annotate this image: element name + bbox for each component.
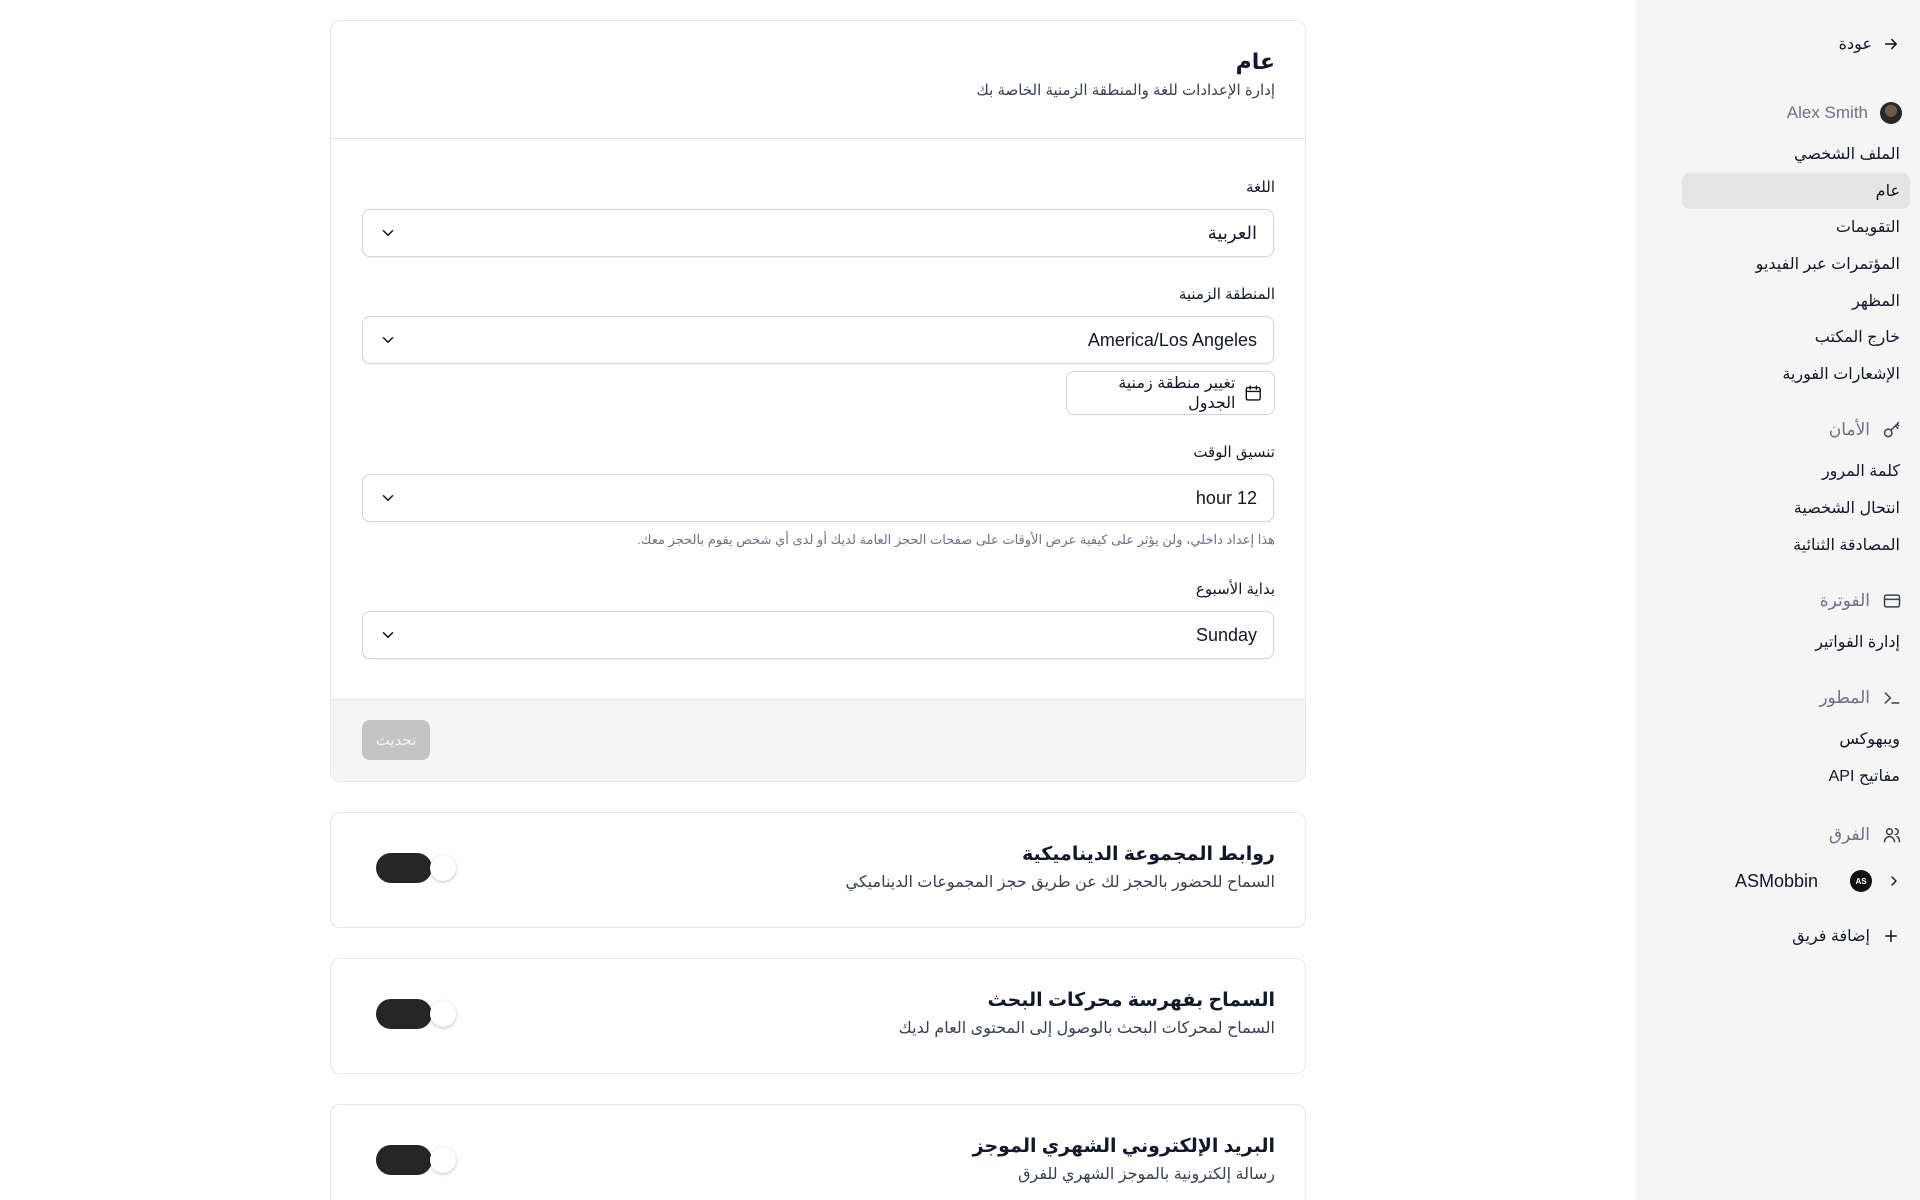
sidebar-item-profile[interactable]: الملف الشخصي bbox=[1794, 144, 1900, 164]
billing-header-label: الفوترة bbox=[1819, 591, 1870, 610]
week-start-value: Sunday bbox=[1195, 624, 1257, 645]
team-name: ASMobbin bbox=[1734, 870, 1818, 891]
search-engine-indexing-toggle[interactable] bbox=[376, 999, 456, 1029]
sidebar-item-appearance[interactable]: المظهر bbox=[1852, 291, 1900, 311]
chevron-down-icon bbox=[382, 230, 394, 236]
page-subtitle: إدارة الإعدادات للغة والمنطقة الزمنية ال… bbox=[976, 82, 1275, 99]
sidebar-item-calendars[interactable]: التقويمات bbox=[1836, 217, 1900, 237]
general-settings-card: عام إدارة الإعدادات للغة والمنطقة الزمني… bbox=[330, 20, 1306, 782]
change-schedule-timezone-button[interactable]: تغيير منطقة زمنية الجدول bbox=[1066, 371, 1275, 415]
chevron-down-icon bbox=[382, 632, 394, 638]
toggle-subtitle: رسالة إلكترونية بالموجز الشهري للفرق bbox=[1018, 1166, 1275, 1183]
time-format-hint: هذا إعداد داخلي، ولن يؤثر على كيفية عرض … bbox=[637, 532, 1275, 547]
week-start-label: بداية الأسبوع bbox=[1195, 581, 1275, 598]
card-footer: تحديث bbox=[331, 699, 1305, 781]
change-schedule-timezone-label: تغيير منطقة زمنية الجدول bbox=[1118, 375, 1236, 412]
time-format-value: 12 hour bbox=[1195, 487, 1257, 508]
timezone-label: المنطقة الزمنية bbox=[1178, 286, 1275, 303]
chevron-down-icon bbox=[382, 337, 394, 343]
toggle-title: روابط المجموعة الديناميكية bbox=[1021, 844, 1275, 865]
toggle-title: السماح بفهرسة محركات البحث bbox=[987, 990, 1275, 1011]
sidebar-item-general[interactable]: عام bbox=[1876, 181, 1900, 201]
sidebar-item-out-of-office[interactable]: خارج المكتب bbox=[1815, 327, 1900, 347]
sidebar-item-impersonation[interactable]: انتحال الشخصية bbox=[1794, 498, 1900, 518]
search-engine-indexing-card: السماح بفهرسة محركات البحث السماح لمحركا… bbox=[330, 958, 1306, 1074]
sidebar-item-two-factor[interactable]: المصادقة الثنائية bbox=[1793, 535, 1900, 555]
avatar bbox=[1880, 102, 1902, 124]
teams-header-label: الفرق bbox=[1828, 825, 1870, 844]
update-button[interactable]: تحديث bbox=[362, 720, 430, 760]
timezone-select[interactable]: America/Los Angeles bbox=[362, 316, 1274, 364]
sidebar-item-api-keys[interactable]: مفاتيح API bbox=[1829, 766, 1900, 786]
dynamic-group-links-toggle[interactable] bbox=[376, 853, 456, 883]
monthly-digest-email-card: البريد الإلكتروني الشهري الموجز رسالة إل… bbox=[330, 1104, 1306, 1200]
security-section-header: الأمان bbox=[1829, 420, 1902, 440]
developer-section-header: المطور bbox=[1819, 688, 1902, 708]
add-team-label: إضافة فريق bbox=[1792, 928, 1870, 945]
team-logo: AS bbox=[1850, 870, 1872, 892]
week-start-select[interactable]: Sunday bbox=[362, 611, 1274, 659]
team-item[interactable]: AS ASMobbin bbox=[1702, 870, 1902, 892]
time-format-select[interactable]: 12 hour bbox=[362, 474, 1274, 522]
user-section-header: Alex Smith bbox=[1787, 102, 1902, 124]
sidebar-item-password[interactable]: كلمة المرور bbox=[1822, 461, 1900, 481]
back-link[interactable]: عودة bbox=[1839, 34, 1900, 54]
sidebar-item-push-notifications[interactable]: الإشعارات الفورية bbox=[1782, 364, 1900, 384]
plus-icon bbox=[1885, 930, 1897, 942]
credit-card-icon bbox=[1883, 594, 1901, 608]
page-title: عام bbox=[1235, 49, 1275, 74]
chevron-down-icon bbox=[382, 495, 394, 501]
teams-section-header: الفرق bbox=[1829, 825, 1902, 845]
toggle-title: البريد الإلكتروني الشهري الموجز bbox=[972, 1136, 1275, 1157]
language-select[interactable]: العربية bbox=[362, 209, 1274, 257]
toggle-subtitle: السماح لمحركات البحث بالوصول إلى المحتوى… bbox=[898, 1020, 1275, 1037]
sidebar-item-webhooks[interactable]: ويبهوكس bbox=[1839, 729, 1900, 749]
settings-sidebar: عودة Alex Smith الملف الشخصي عام التقويم… bbox=[1636, 0, 1920, 1200]
dynamic-group-links-card: روابط المجموعة الديناميكية السماح للحضور… bbox=[330, 812, 1306, 928]
time-format-label: تنسيق الوقت bbox=[1193, 444, 1275, 461]
add-team-button[interactable]: إضافة فريق bbox=[1792, 926, 1900, 946]
users-icon bbox=[1883, 828, 1901, 843]
key-icon bbox=[1883, 421, 1900, 438]
back-label: عودة bbox=[1838, 36, 1872, 53]
toggle-subtitle: السماح للحضور بالحجز لك عن طريق حجز المج… bbox=[845, 874, 1276, 891]
language-label: اللغة bbox=[1246, 179, 1275, 196]
developer-header-label: المطور bbox=[1819, 688, 1870, 707]
sidebar-item-manage-billing[interactable]: إدارة الفواتير bbox=[1815, 632, 1900, 652]
monthly-digest-email-toggle[interactable] bbox=[376, 1145, 456, 1175]
timezone-value: America/Los Angeles bbox=[1087, 329, 1257, 350]
arrow-right-icon bbox=[1885, 38, 1897, 50]
calendar-icon bbox=[1245, 385, 1261, 401]
terminal-icon bbox=[1884, 692, 1900, 704]
user-name: Alex Smith bbox=[1786, 103, 1868, 122]
sidebar-item-conferencing[interactable]: المؤتمرات عبر الفيديو bbox=[1756, 254, 1900, 274]
card-header: عام إدارة الإعدادات للغة والمنطقة الزمني… bbox=[331, 21, 1305, 139]
billing-section-header: الفوترة bbox=[1820, 591, 1902, 611]
chevron-right-icon bbox=[1891, 876, 1897, 886]
security-header-label: الأمان bbox=[1828, 420, 1870, 439]
language-value: العربية bbox=[1207, 222, 1257, 243]
